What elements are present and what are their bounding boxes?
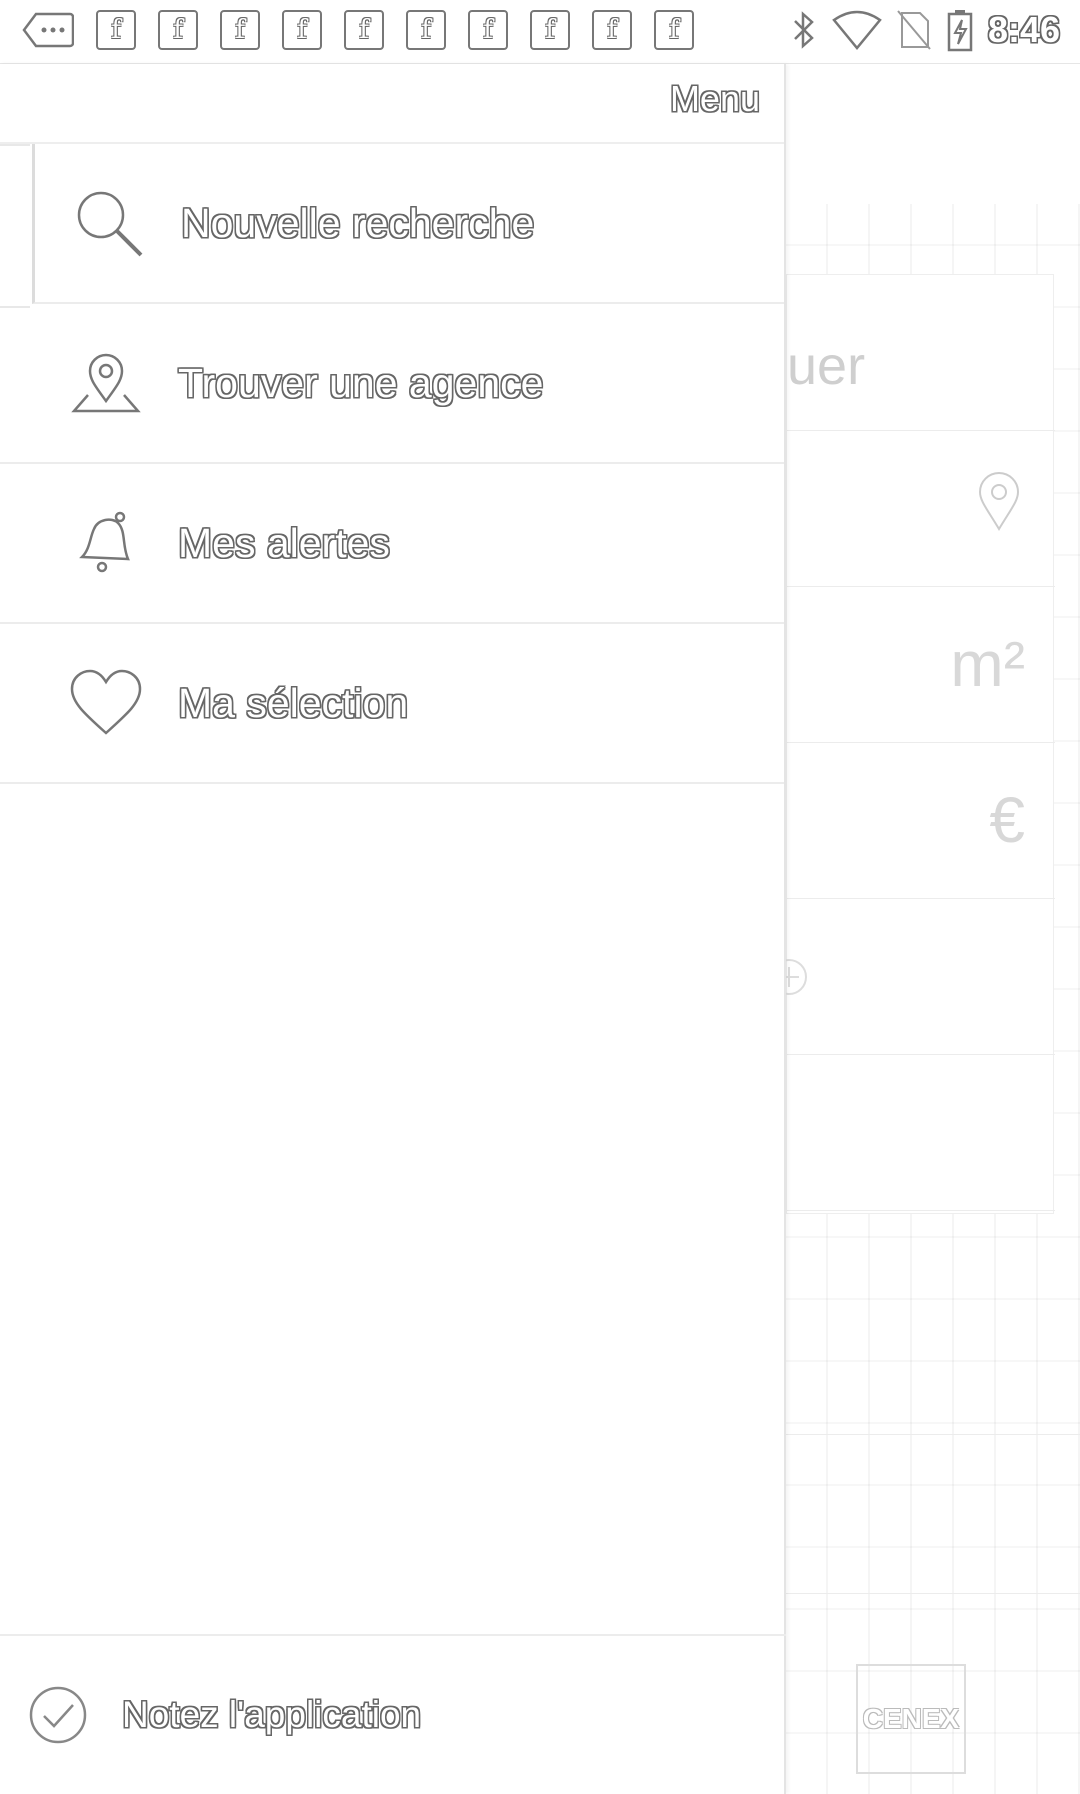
facebook-notification-icon: f — [654, 10, 694, 50]
background-search-row: uer — [787, 275, 1055, 431]
background-bottom-box — [786, 1434, 1080, 1594]
wifi-icon — [832, 10, 882, 50]
background-more-row — [771, 899, 1055, 1055]
facebook-notification-icon: f — [406, 10, 446, 50]
rate-app-label: Notez l'application — [122, 1694, 422, 1735]
facebook-notification-icon: f — [530, 10, 570, 50]
map-pin-icon — [71, 353, 141, 413]
notification-area: f f f f f f f f f f — [22, 10, 694, 50]
facebook-notification-icon: f — [344, 10, 384, 50]
menu-item-trouver-une-agence[interactable]: Trouver une agence — [0, 304, 784, 464]
check-circle-icon — [29, 1686, 87, 1744]
location-icon — [978, 472, 1020, 531]
area-unit-label: m² — [950, 628, 1025, 700]
background-app: uer m² € CENEX — [771, 64, 1080, 1794]
clock: 8:46 — [987, 9, 1060, 50]
facebook-notification-icon: f — [220, 10, 260, 50]
heart-icon — [70, 669, 142, 735]
no-sim-icon — [897, 10, 931, 50]
menu-item-label: Ma sélection — [178, 679, 409, 726]
bell-icon — [79, 511, 130, 573]
menu-item-nouvelle-recherche[interactable]: Nouvelle recherche — [0, 144, 784, 308]
facebook-notification-icon: f — [592, 10, 632, 50]
battery-charging-icon — [947, 10, 973, 52]
background-location-row — [787, 431, 1055, 587]
system-icons: 8:46 — [790, 8, 1060, 52]
drawer-header: Menu — [0, 64, 784, 144]
bluetooth-icon — [794, 11, 814, 49]
navigation-drawer: Menu Nouvelle recherche Trouver une agen… — [0, 64, 786, 1794]
rate-app-button[interactable]: Notez l'application — [0, 1634, 786, 1794]
message-icon — [22, 12, 74, 48]
background-extra-row — [787, 1055, 1055, 1211]
price-unit-label: € — [989, 784, 1025, 856]
menu-item-mes-alertes[interactable]: Mes alertes — [0, 464, 784, 624]
background-search-text: uer — [787, 336, 866, 396]
menu-item-ma-selection[interactable]: Ma sélection — [0, 624, 784, 784]
search-icon — [77, 191, 143, 257]
menu-item-label: Nouvelle recherche — [181, 199, 535, 246]
background-price-row: € — [787, 743, 1055, 899]
background-area-row: m² — [787, 587, 1055, 743]
background-logo: CENEX — [856, 1664, 966, 1774]
facebook-notification-icon: f — [96, 10, 136, 50]
facebook-notification-icon: f — [468, 10, 508, 50]
drawer-title: Menu — [669, 78, 760, 119]
background-search-panel: uer m² € — [771, 274, 1055, 1214]
menu-item-label: Trouver une agence — [178, 359, 544, 406]
facebook-notification-icon: f — [282, 10, 322, 50]
facebook-notification-icon: f — [158, 10, 198, 50]
menu-item-label: Mes alertes — [178, 519, 390, 566]
status-bar: f f f f f f f f f f 8:46 — [0, 0, 1080, 64]
